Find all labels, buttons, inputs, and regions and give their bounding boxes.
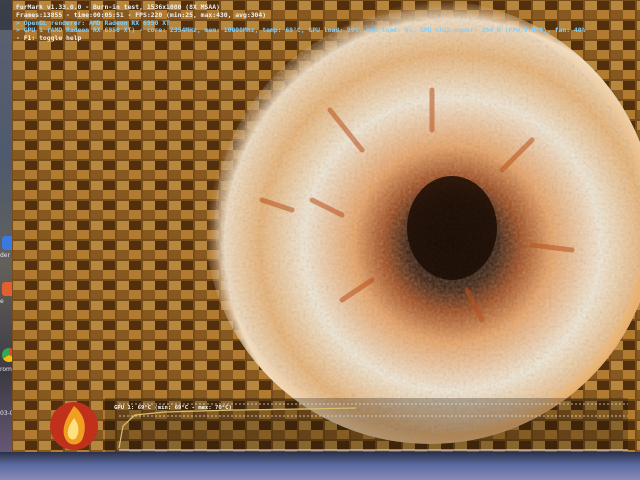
hud-lines: Frames:13855 - time:00:05:51 - FPS:220 (… [16, 11, 586, 43]
fur-center-hole [407, 176, 497, 280]
graph-label: GPU 1: 69°C (min: 69°C - max: 70°C) [114, 405, 232, 411]
hud-line: > GPU 1 (AMD Radeon RX 6950 XT) - core: … [16, 26, 586, 35]
monitor-bezel [0, 452, 640, 480]
furmark-logo [50, 402, 98, 450]
furmark-window[interactable]: FurMark v1.33.0.0 - Burn-in test, 1536x1… [12, 0, 640, 452]
desktop-icon-label: der [0, 252, 10, 259]
hud-line: - F1: toggle help [16, 34, 82, 43]
render-canvas [12, 0, 640, 452]
desktop-icon-label: e [0, 298, 4, 305]
hud-overlay: FurMark v1.33.0.0 - Burn-in test, 1536x1… [16, 3, 586, 43]
